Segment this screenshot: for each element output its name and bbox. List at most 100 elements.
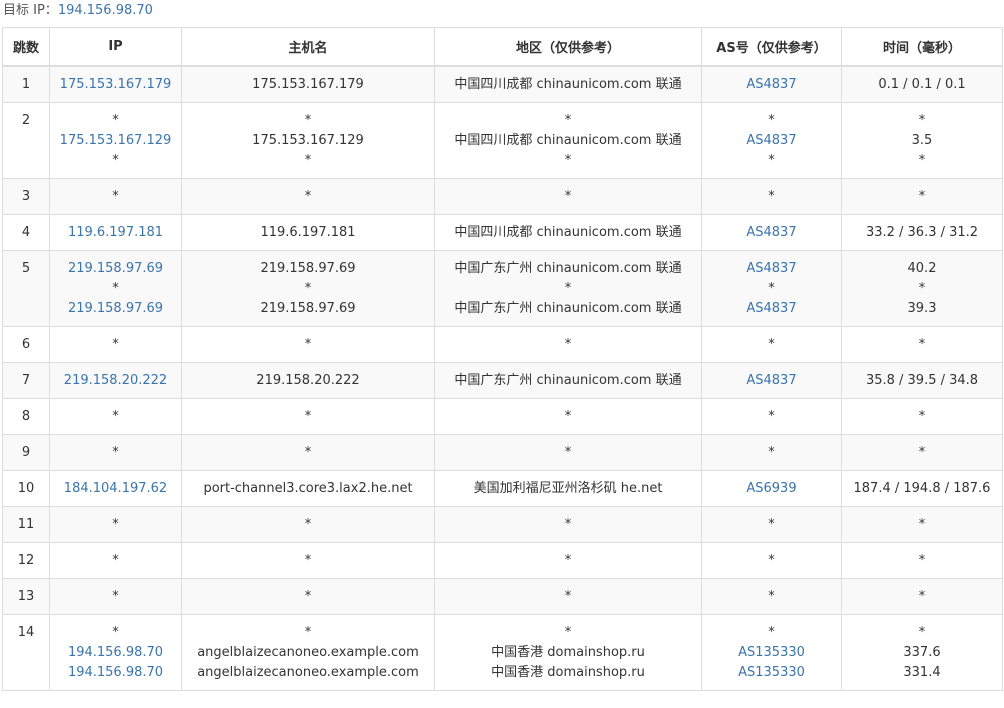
ip-value[interactable]: 219.158.97.69 [52,299,179,319]
hop-cell: 4 [2,213,50,251]
target-ip-value: 194.156.98.70 [57,3,153,18]
region-cell: * [434,433,702,471]
table-row: 5 219.158.97.69 * 219.158.97.69 219.158.97.6… [2,249,1003,327]
ip-cell: * 194.156.98.70 194.156.98.70 [49,613,182,691]
no-response-marker: * [112,624,119,640]
host-value: 219.158.97.69 [260,260,356,276]
as-cell: * [701,505,842,543]
ip-cell: 219.158.97.69 * 219.158.97.69 [49,249,182,327]
host-value: 219.158.20.222 [256,372,360,388]
ip-cell: * [49,325,182,363]
target-ip-line: 目标 IP：194.156.98.70 [0,0,1004,22]
no-response-marker: * [768,188,775,204]
ip-value[interactable]: 175.153.167.179 [52,75,179,95]
region-value: 中国广东广州 chinaunicom.com 联通 [454,260,682,276]
no-response-marker: * [918,280,926,296]
as-value[interactable]: AS6939 [704,479,839,499]
ip-value[interactable]: 184.104.197.62 [52,479,179,499]
as-value[interactable]: AS4837 [704,371,839,391]
no-response-marker: * [112,444,119,460]
time-value: 33.2 / 36.3 / 31.2 [865,224,979,240]
region-cell: * [434,541,702,579]
hostname-cell: 219.158.97.69 * 219.158.97.69 [181,249,435,327]
column-header-time: 时间（毫秒） [841,27,1003,67]
table-row: 11 * * * * * [2,505,1003,543]
as-value[interactable]: AS4837 [704,259,839,279]
time-cell: * 3.5 * [841,101,1003,179]
no-response-marker: * [304,516,312,532]
hop-number: 5 [21,260,31,276]
hop-cell: 9 [2,433,50,471]
ip-value[interactable]: 219.158.20.222 [52,371,179,391]
no-response-marker: * [304,408,312,424]
no-response-marker: * [564,588,572,604]
time-cell: * [841,397,1003,435]
table-row: 1 175.153.167.179 175.153.167.179 中国四川成都 ch… [2,65,1003,103]
ip-cell: * [49,177,182,215]
time-value: 35.8 / 39.5 / 34.8 [865,372,979,388]
time-cell: * [841,433,1003,471]
hop-number: 11 [17,516,35,532]
region-value: 中国香港 domainshop.ru [491,644,645,660]
as-cell: * [701,397,842,435]
region-cell: * 中国香港 domainshop.ru 中国香港 domainshop.ru [434,613,702,691]
no-response-marker: * [768,112,775,128]
hostname-cell: 175.153.167.179 [181,65,435,103]
ip-value[interactable]: 175.153.167.129 [52,131,179,151]
no-response-marker: * [304,588,312,604]
ip-value[interactable]: 194.156.98.70 [52,663,179,683]
no-response-marker: * [918,408,926,424]
table-row: 2 * 175.153.167.129 * * 175.153.167.129 * * 中国四川… [2,101,1003,179]
as-value[interactable]: AS135330 [704,643,839,663]
region-value: 中国广东广州 chinaunicom.com 联通 [454,300,682,316]
time-cell: 0.1 / 0.1 / 0.1 [841,65,1003,103]
time-cell: * [841,177,1003,215]
hop-number: 10 [17,480,35,496]
region-cell: * [434,577,702,615]
ip-value[interactable]: 219.158.97.69 [52,259,179,279]
as-cell: AS4837 * AS4837 [701,249,842,327]
as-value[interactable]: AS4837 [704,223,839,243]
host-value: port-channel3.core3.lax2.he.net [203,480,413,496]
table-row: 12 * * * * * [2,541,1003,579]
hop-number: 13 [17,588,35,604]
ip-value[interactable]: 119.6.197.181 [52,223,179,243]
no-response-marker: * [112,188,119,204]
hostname-cell: * 175.153.167.129 * [181,101,435,179]
region-cell: 中国四川成都 chinaunicom.com 联通 [434,213,702,251]
ip-cell: * 175.153.167.129 * [49,101,182,179]
as-cell: * [701,433,842,471]
hostname-cell: * [181,433,435,471]
time-cell: 187.4 / 194.8 / 187.6 [841,469,1003,507]
hop-number: 8 [21,408,31,424]
ip-value[interactable]: 194.156.98.70 [52,643,179,663]
as-cell: AS4837 [701,213,842,251]
region-value: 美国加利福尼亚州洛杉矶 he.net [473,480,663,496]
hop-cell: 7 [2,361,50,399]
hostname-cell: 219.158.20.222 [181,361,435,399]
as-value[interactable]: AS4837 [704,299,839,319]
host-value: 119.6.197.181 [260,224,356,240]
region-value: 中国四川成都 chinaunicom.com 联通 [454,77,682,92]
hop-cell: 12 [2,541,50,579]
ip-cell: 184.104.197.62 [49,469,182,507]
column-header-as: AS号（仅供参考） [701,27,842,67]
no-response-marker: * [564,516,572,532]
no-response-marker: * [918,336,926,352]
column-header-hop: 跳数 [2,27,50,67]
as-cell: AS6939 [701,469,842,507]
time-cell: * 337.6 331.4 [841,613,1003,691]
no-response-marker: * [564,152,572,168]
region-cell: 中国广东广州 chinaunicom.com 联通 [434,361,702,399]
as-value[interactable]: AS4837 [704,75,839,95]
ip-cell: 119.6.197.181 [49,213,182,251]
no-response-marker: * [564,336,572,352]
as-value[interactable]: AS135330 [704,663,839,683]
no-response-marker: * [304,336,312,352]
hop-number: 12 [17,552,35,568]
hostname-cell: * [181,505,435,543]
no-response-marker: * [112,280,119,296]
as-value[interactable]: AS4837 [704,131,839,151]
no-response-marker: * [564,188,572,204]
column-header-region: 地区（仅供参考） [434,27,702,67]
